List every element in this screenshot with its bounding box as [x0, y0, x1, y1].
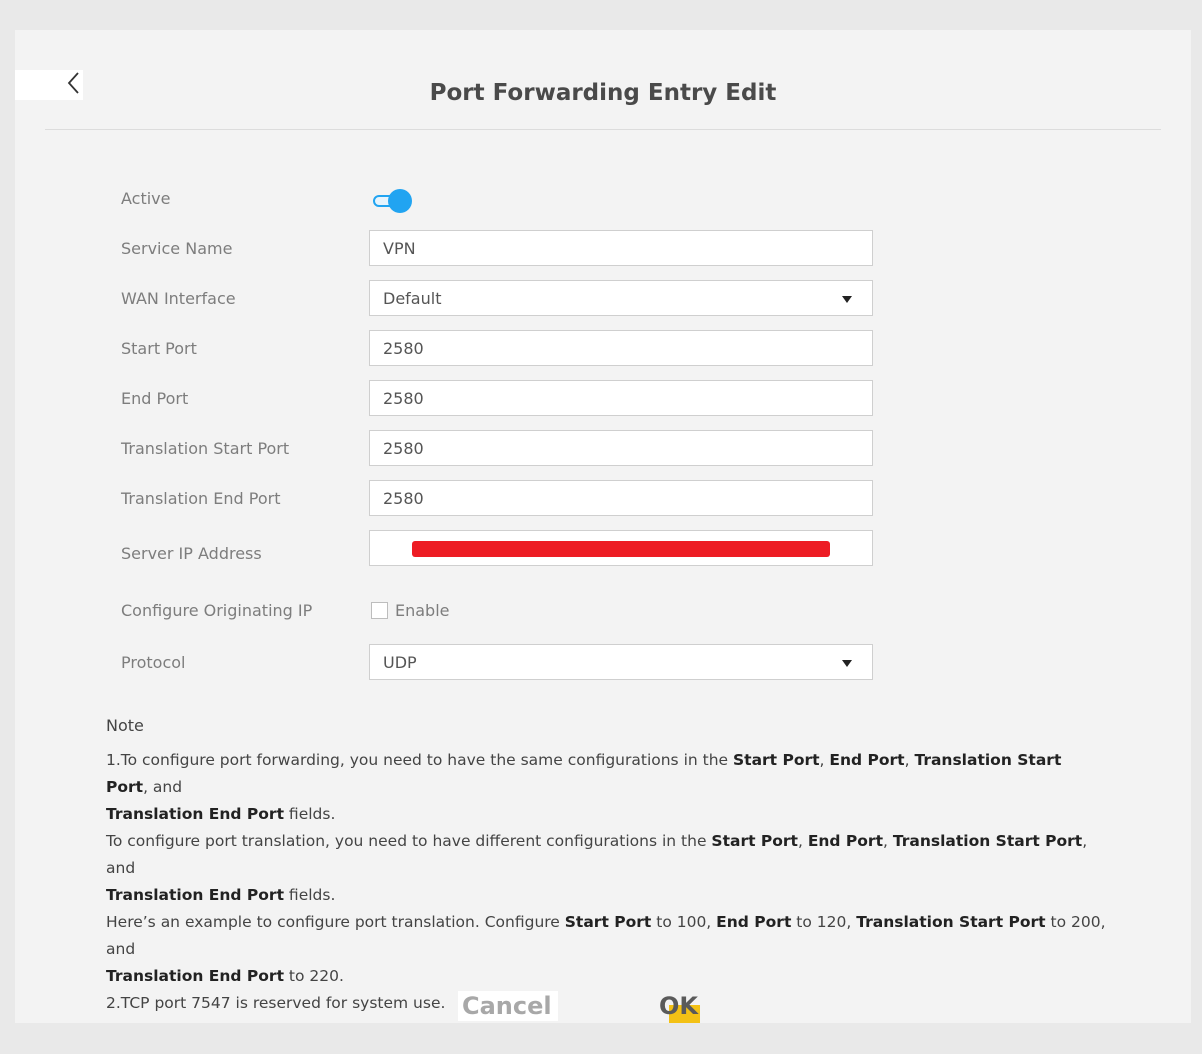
translation-end-port-label: Translation End Port	[121, 489, 281, 508]
note-bold-segment: End Port	[807, 832, 883, 850]
note-bold-segment: Start Port	[711, 832, 798, 850]
note-line-2: To configure port translation, you need …	[106, 828, 1106, 909]
start-port-value: 2580	[383, 339, 424, 358]
note-line-4: 2.TCP port 7547 is reserved for system u…	[106, 994, 446, 1012]
ok-button-area[interactable]: OK	[657, 991, 703, 1023]
note-bold-segment: End Port	[829, 751, 905, 769]
end-port-label: End Port	[121, 389, 189, 408]
note-bold-segment: Translation End Port	[106, 805, 284, 823]
note-bold-segment: Start Port	[733, 751, 820, 769]
caret-down-icon	[842, 296, 852, 303]
wan-interface-select[interactable]: Default	[369, 280, 873, 316]
translation-end-port-input[interactable]: 2580	[369, 480, 873, 516]
protocol-select[interactable]: UDP	[369, 644, 873, 680]
server-ip-label: Server IP Address	[121, 544, 262, 563]
note-text-segment: Here’s an example to configure port tran…	[106, 913, 565, 931]
server-ip-input[interactable]	[369, 530, 873, 566]
note-bold-segment: Translation End Port	[106, 967, 284, 985]
note-text: 1.To configure port forwarding, you need…	[106, 747, 1106, 1017]
note-text-segment: fields.	[284, 886, 336, 904]
translation-start-port-input[interactable]: 2580	[369, 430, 873, 466]
note-text-segment: To configure port translation, you need …	[106, 832, 712, 850]
end-port-input[interactable]: 2580	[369, 380, 873, 416]
note-bold-segment: Translation End Port	[106, 886, 284, 904]
edit-panel: Port Forwarding Entry Edit Active Servic…	[15, 30, 1191, 1023]
protocol-label: Protocol	[121, 653, 186, 672]
service-name-value: VPN	[383, 239, 416, 258]
end-port-value: 2580	[383, 389, 424, 408]
enable-label: Enable	[395, 601, 450, 620]
translation-start-port-value: 2580	[383, 439, 424, 458]
note-text-segment: ,	[883, 832, 893, 850]
note-text-segment: ,	[797, 832, 808, 850]
start-port-input[interactable]: 2580	[369, 330, 873, 366]
toggle-knob	[388, 189, 412, 213]
wan-interface-label: WAN Interface	[121, 289, 236, 308]
note-text-segment: to 100,	[651, 913, 717, 931]
page-title: Port Forwarding Entry Edit	[429, 80, 777, 106]
note-text-segment: to 220.	[284, 967, 344, 985]
wan-interface-value: Default	[383, 289, 442, 308]
enable-checkbox[interactable]	[371, 602, 388, 619]
note-text-segment: 1.To configure port forwarding, you need…	[106, 751, 733, 769]
protocol-value: UDP	[383, 653, 417, 672]
start-port-label: Start Port	[121, 339, 197, 358]
note-bold-segment: Translation Start Port	[892, 832, 1083, 850]
cancel-button[interactable]: Cancel	[458, 991, 558, 1021]
ok-button[interactable]: OK	[659, 991, 698, 1021]
note-text-segment: to 120,	[791, 913, 857, 931]
note-line-3: Here’s an example to configure port tran…	[106, 909, 1106, 990]
redaction-mark	[412, 541, 830, 557]
active-label: Active	[121, 189, 171, 208]
note-bold-segment: Translation Start Port	[856, 913, 1046, 931]
note-bold-segment: End Port	[716, 913, 792, 931]
service-name-input[interactable]: VPN	[369, 230, 873, 266]
note-text-segment: ,	[819, 751, 830, 769]
translation-start-port-label: Translation Start Port	[121, 439, 290, 458]
note-title: Note	[106, 716, 144, 735]
note-line-1: 1.To configure port forwarding, you need…	[106, 747, 1106, 828]
configure-originating-ip-label: Configure Originating IP	[121, 601, 313, 620]
note-text-segment: ,	[904, 751, 915, 769]
active-toggle[interactable]	[371, 188, 415, 214]
header-divider	[45, 129, 1161, 130]
note-bold-segment: Start Port	[564, 913, 652, 931]
note-text-segment: fields.	[284, 805, 336, 823]
note-text-segment: , and	[143, 778, 183, 796]
translation-end-port-value: 2580	[383, 489, 424, 508]
service-name-label: Service Name	[121, 239, 233, 258]
caret-down-icon	[842, 660, 852, 667]
